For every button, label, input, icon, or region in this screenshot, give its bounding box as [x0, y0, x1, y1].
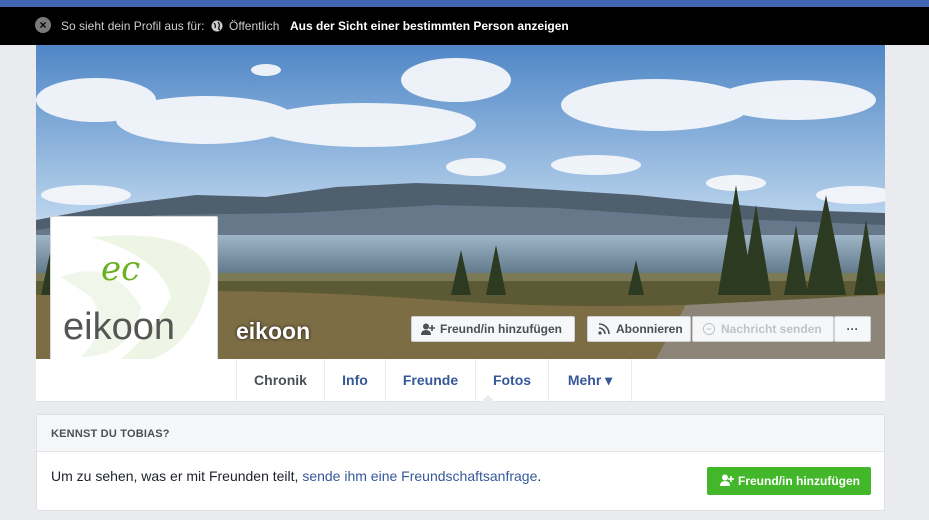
tab-fotos-label: Fotos — [492, 372, 532, 388]
card-text-after: . — [537, 468, 542, 484]
add-friend-icon — [720, 474, 734, 486]
card-text: Um zu sehen, was er mit Freunden teilt, … — [51, 468, 541, 484]
subscribe-label: Abonnieren — [616, 322, 683, 336]
view-as-specific-person-link[interactable]: Aus der Sicht einer bestimmten Person an… — [290, 19, 569, 33]
tab-chronik-label: Chronik — [254, 372, 307, 388]
add-friend-green-label: Freund/in hinzufügen — [738, 474, 860, 488]
tab-mehr[interactable]: Mehr ▾ — [548, 359, 632, 401]
send-message-button[interactable]: Nachricht senden — [692, 316, 834, 342]
card-text-before: Um zu sehen, was er mit Freunden teilt, — [51, 468, 303, 484]
rss-icon — [598, 323, 610, 335]
add-friend-green-button[interactable]: Freund/in hinzufügen — [707, 467, 871, 495]
close-icon[interactable]: × — [35, 17, 51, 33]
profile-nav: Chronik Info Freunde Fotos Mehr ▾ — [36, 359, 885, 402]
card-heading: KENNST DU TOBIAS? — [37, 415, 884, 452]
top-accent-strip — [0, 0, 929, 7]
add-friend-label: Freund/in hinzufügen — [440, 322, 562, 336]
globe-icon — [211, 20, 223, 32]
audience-public[interactable]: Öffentlich — [229, 19, 279, 33]
view-as-label: So sieht dein Profil aus für: — [61, 19, 205, 33]
add-friend-icon — [421, 323, 435, 335]
tab-info[interactable]: Info — [324, 359, 385, 401]
svg-text:eikoon: eikoon — [63, 306, 175, 348]
view-as-bar: × So sieht dein Profil aus für: Öffentli… — [0, 7, 929, 45]
tab-chronik[interactable]: Chronik — [236, 359, 495, 402]
send-friend-request-link[interactable]: sende ihm eine Freundschaftsanfrage — [302, 468, 537, 484]
tab-info-label: Info — [342, 372, 368, 388]
tab-freunde[interactable]: Freunde — [385, 359, 475, 401]
friend-suggestion-card: KENNST DU TOBIAS? Um zu sehen, was er mi… — [36, 414, 885, 511]
tab-mehr-label: Mehr ▾ — [567, 372, 613, 388]
more-dots-icon: ··· — [846, 322, 859, 336]
tab-fotos[interactable]: Fotos — [475, 359, 548, 401]
svg-text:ec: ec — [101, 249, 140, 289]
profile-name[interactable]: eikoon — [236, 318, 310, 345]
more-options-button[interactable]: ··· — [834, 316, 871, 342]
add-friend-button[interactable]: Freund/in hinzufügen — [411, 316, 575, 342]
messenger-icon — [702, 323, 716, 335]
tab-freunde-label: Freunde — [402, 372, 459, 388]
send-message-label: Nachricht senden — [721, 322, 822, 336]
subscribe-button[interactable]: Abonnieren — [587, 316, 691, 342]
